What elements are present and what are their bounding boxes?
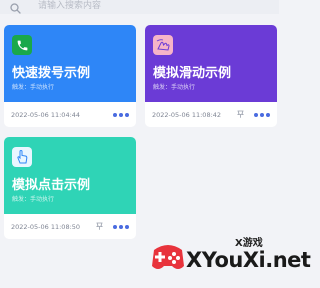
card-subtitle: 触发：手动执行 [12,84,55,91]
card-title: 快速拨号示例 [12,66,91,81]
card-date: 2022-05-06 11:08:42 [152,110,222,119]
card-banner: 模拟滑动示例 触发：手动执行 [145,25,277,102]
swipe-hand-icon [153,35,173,55]
task-card-tap[interactable]: 模拟点击示例 触发：手动执行 2022-05-06 11:08:50 [4,137,136,239]
search-icon [10,0,21,14]
search-bar[interactable]: 请输入搜索内容 [0,0,279,14]
task-card-quick-dial[interactable]: 快速拨号示例 触发：手动执行 2022-05-06 11:04:44 [4,25,136,127]
more-icon[interactable] [113,112,129,117]
phone-icon [12,35,32,55]
watermark-small-text: X游戏 [235,238,263,249]
pin-icon[interactable] [96,222,103,232]
watermark-site-text: XYouXi.net [186,248,311,272]
card-footer: 2022-05-06 11:08:50 [4,214,136,239]
card-subtitle: 触发：手动执行 [12,196,55,203]
watermark: X游戏 XYouXi.net [148,228,311,288]
more-icon[interactable] [113,224,129,229]
card-subtitle: 触发：手动执行 [153,84,196,91]
card-date: 2022-05-06 11:04:44 [11,110,81,119]
gamepad-logo-icon [148,238,188,278]
card-banner: 模拟点击示例 触发：手动执行 [4,137,136,214]
pin-icon[interactable] [237,110,244,120]
task-card-swipe[interactable]: 模拟滑动示例 触发：手动执行 2022-05-06 11:08:42 [145,25,277,127]
card-title: 模拟滑动示例 [153,66,232,81]
card-banner: 快速拨号示例 触发：手动执行 [4,25,136,102]
card-footer: 2022-05-06 11:08:42 [145,102,277,127]
search-input[interactable]: 请输入搜索内容 [38,0,101,11]
tap-hand-icon [12,147,32,167]
card-title: 模拟点击示例 [12,178,91,193]
card-footer: 2022-05-06 11:04:44 [4,102,136,127]
more-icon[interactable] [254,112,270,117]
card-date: 2022-05-06 11:08:50 [11,222,81,231]
